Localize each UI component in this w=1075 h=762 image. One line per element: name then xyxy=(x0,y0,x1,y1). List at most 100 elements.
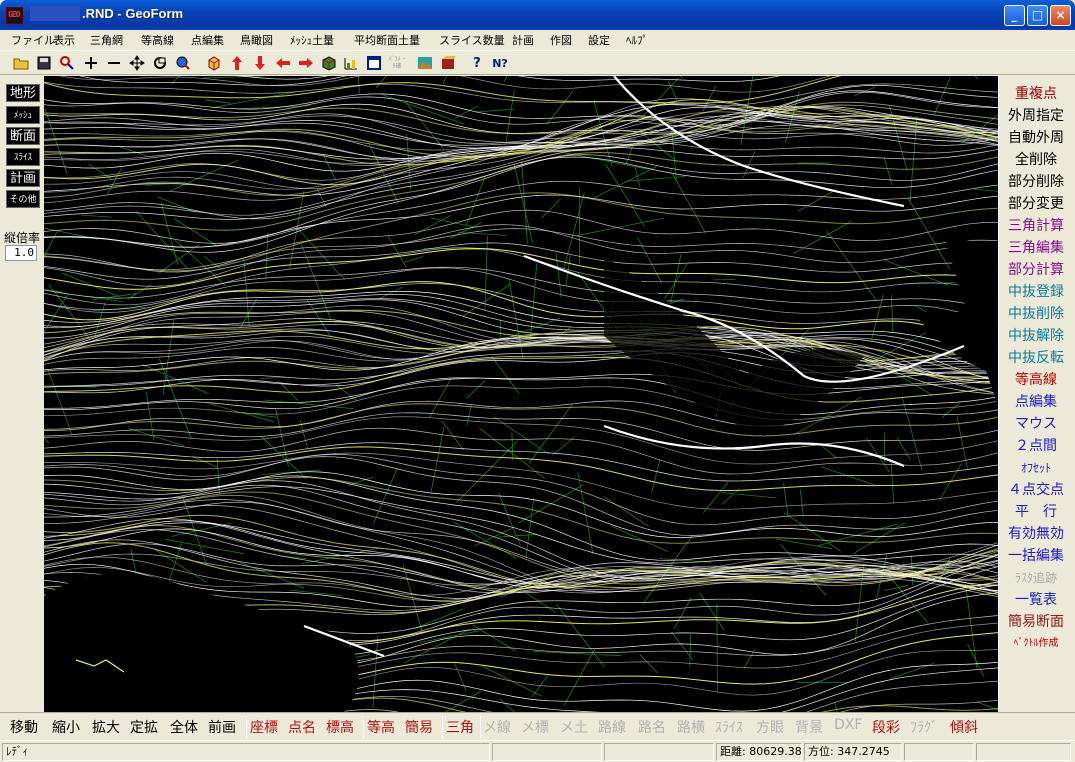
btn-simple[interactable]: 簡易 xyxy=(405,717,433,737)
menu-mesh-volume[interactable]: ﾒｯｼｭ土量 xyxy=(290,32,334,48)
btn-whole[interactable]: 全体 xyxy=(170,717,198,737)
rotate-icon[interactable] xyxy=(151,54,169,72)
btn-slope[interactable]: 傾斜 xyxy=(950,717,978,737)
btn-route-name: 路名 xyxy=(638,720,666,736)
save-icon[interactable] xyxy=(35,54,53,72)
arrow-left-icon[interactable] xyxy=(274,54,292,72)
open-folder-icon[interactable] xyxy=(12,54,30,72)
volume-icon[interactable] xyxy=(439,54,457,72)
cube-icon[interactable] xyxy=(205,54,223,72)
chart-icon[interactable] xyxy=(342,54,360,72)
window-icon[interactable] xyxy=(365,54,383,72)
cmd-hole-delete[interactable]: 中抜削除 xyxy=(999,303,1073,325)
arrow-up-icon[interactable] xyxy=(228,54,246,72)
cmd-two-points[interactable]: ２点間 xyxy=(999,435,1073,457)
btn-zoom-in[interactable]: 拡大 xyxy=(92,717,120,737)
btn-contour[interactable]: 等高 xyxy=(367,717,395,737)
cmd-duplicate-points[interactable]: 重複点 xyxy=(999,83,1073,105)
btn-coordinates[interactable]: 座標 xyxy=(250,717,278,737)
context-help-icon[interactable]: N? xyxy=(491,54,509,72)
terrain-view[interactable] xyxy=(44,76,998,712)
cmd-list-table[interactable]: 一覧表 xyxy=(999,589,1073,611)
bottom-separator-4 xyxy=(480,716,481,738)
menu-plan[interactable]: 計画 xyxy=(512,32,534,48)
cmd-partial-delete[interactable]: 部分削除 xyxy=(999,171,1073,193)
right-command-panel: 重複点 外周指定 自動外周 全削除 部分削除 部分変更 三角計算 三角編集 部分… xyxy=(998,76,1075,712)
close-button[interactable]: × xyxy=(1050,5,1071,26)
mode-plan-button[interactable]: 計画 xyxy=(6,169,40,187)
btn-grid: 方眼 xyxy=(756,720,784,736)
cmd-hole-release[interactable]: 中抜解除 xyxy=(999,325,1073,347)
arrow-right-icon[interactable] xyxy=(297,54,315,72)
cmd-partial-calc[interactable]: 部分計算 xyxy=(999,259,1073,281)
cmd-simple-section[interactable]: 簡易断面 xyxy=(999,611,1073,633)
menu-file[interactable]: ファイル xyxy=(11,32,55,48)
mode-terrain-button[interactable]: 地形 xyxy=(6,84,40,102)
cmd-outer-specify[interactable]: 外周指定 xyxy=(999,105,1073,127)
maximize-button[interactable]: □ xyxy=(1027,5,1048,26)
cmd-triangle-calc[interactable]: 三角計算 xyxy=(999,215,1073,237)
menu-tin[interactable]: 三角網 xyxy=(90,32,123,48)
cmd-parallel[interactable]: 平 行 xyxy=(999,501,1073,523)
cmd-point-edit[interactable]: 点編集 xyxy=(999,391,1073,413)
menu-avg-section[interactable]: 平均断面土量 xyxy=(354,32,420,48)
cmd-four-point-intersect[interactable]: ４点交点 xyxy=(999,479,1073,501)
window-title-text: .RND - GeoForm xyxy=(82,6,184,21)
minimize-button[interactable]: _ xyxy=(1004,5,1025,26)
menu-help[interactable]: ﾍﾙﾌﾟ xyxy=(626,32,648,48)
cmd-mouse[interactable]: マウス xyxy=(999,413,1073,435)
mode-other-button[interactable]: その他 xyxy=(6,190,40,208)
plus-icon[interactable] xyxy=(82,54,100,72)
menu-slice[interactable]: スライス数量 xyxy=(439,32,505,48)
zoom-icon[interactable] xyxy=(58,54,76,72)
menu-draw[interactable]: 作図 xyxy=(550,32,572,48)
help-icon[interactable]: ? xyxy=(468,54,486,72)
menu-birdseye[interactable]: 鳥瞰図 xyxy=(240,32,273,48)
cmd-vector-create[interactable]: ﾍﾞｸﾄﾙ作成 xyxy=(999,633,1073,655)
app-icon[interactable]: GEO xyxy=(6,7,23,24)
menu-contour[interactable]: 等高線 xyxy=(141,32,174,48)
menu-view[interactable]: 表示 xyxy=(53,32,75,48)
btn-mesh-label: メ標 xyxy=(521,720,549,736)
box-3d-icon[interactable] xyxy=(320,54,338,72)
vertical-ratio-input[interactable]: 1.0 xyxy=(5,245,37,261)
btn-color-tint[interactable]: 段彩 xyxy=(872,717,900,737)
bearing-value: 347.2745 xyxy=(837,745,890,758)
minus-icon[interactable] xyxy=(105,54,123,72)
btn-triangle[interactable]: 三角 xyxy=(446,717,474,737)
menu-point-edit[interactable]: 点編集 xyxy=(191,32,224,48)
bearing-label: 方位: xyxy=(808,745,834,758)
cmd-offset[interactable]: ｵﾌｾｯﾄ xyxy=(999,457,1073,479)
cmd-contour[interactable]: 等高線 xyxy=(999,369,1073,391)
menu-settings[interactable]: 設定 xyxy=(588,32,610,48)
mode-mesh-button[interactable]: ﾒｯｼｭ xyxy=(6,106,40,124)
cmd-partial-change[interactable]: 部分変更 xyxy=(999,193,1073,215)
birdseye-canvas[interactable] xyxy=(44,76,998,712)
zoom-refresh-icon[interactable] xyxy=(174,54,192,72)
terrain-icon[interactable] xyxy=(416,54,434,72)
cmd-bulk-edit[interactable]: 一括編集 xyxy=(999,545,1073,567)
bottom-separator-2 xyxy=(363,716,364,738)
title-bar: GEO .RND - GeoForm _ □ × xyxy=(0,0,1075,30)
btn-route: 路線 xyxy=(598,720,626,736)
btn-point-name[interactable]: 点名 xyxy=(288,717,316,737)
status-cell-3 xyxy=(604,743,714,761)
distance-label: 距離: xyxy=(720,745,746,758)
cmd-triangle-edit[interactable]: 三角編集 xyxy=(999,237,1073,259)
btn-prev-view[interactable]: 前画 xyxy=(208,717,236,737)
cmd-hole-register[interactable]: 中抜登録 xyxy=(999,281,1073,303)
btn-elevation[interactable]: 標高 xyxy=(326,717,354,737)
btn-move[interactable]: 移動 xyxy=(10,717,38,737)
move-icon[interactable] xyxy=(128,54,146,72)
cmd-valid-invalid[interactable]: 有効無効 xyxy=(999,523,1073,545)
bottom-separator-3 xyxy=(442,716,443,738)
btn-zoom-out[interactable]: 縮小 xyxy=(52,717,80,737)
arrow-down-icon[interactable] xyxy=(251,54,269,72)
mode-slice-button[interactable]: ｽﾗｲｽ xyxy=(6,148,40,166)
btn-fixed-zoom[interactable]: 定拡 xyxy=(130,717,158,737)
cmd-hole-invert[interactable]: 中抜反転 xyxy=(999,347,1073,369)
cmd-auto-outer[interactable]: 自動外周 xyxy=(999,127,1073,149)
cmd-delete-all[interactable]: 全削除 xyxy=(999,149,1073,171)
status-cell-2 xyxy=(492,743,602,761)
mode-section-button[interactable]: 断面 xyxy=(6,127,40,145)
